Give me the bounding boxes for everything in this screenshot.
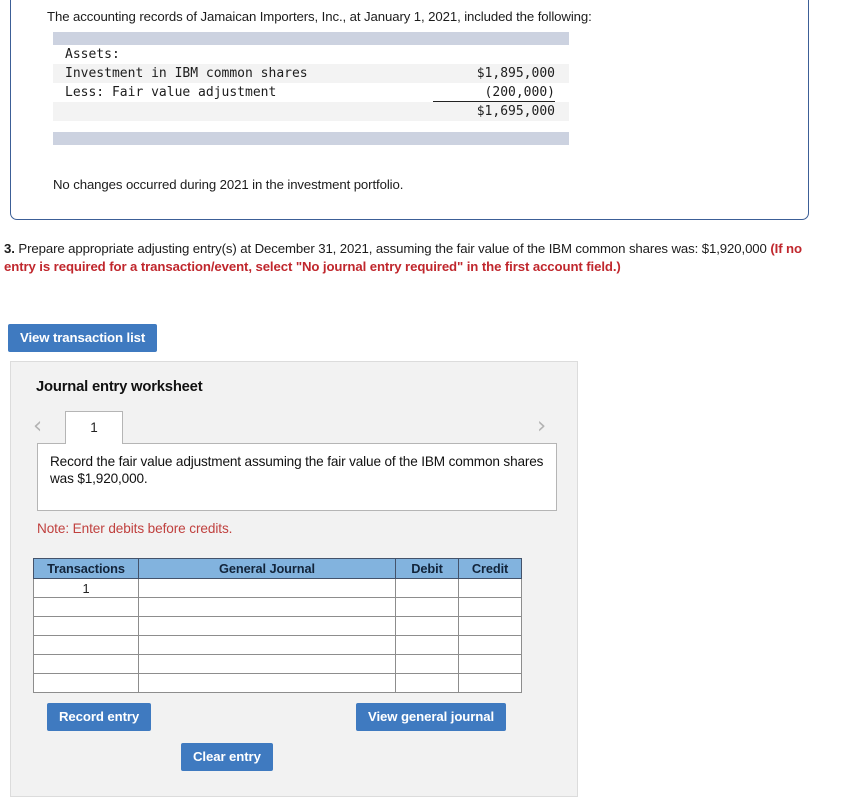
transaction-number-cell — [33, 654, 139, 674]
table-row — [33, 654, 522, 674]
requirement-statement: 3. Prepare appropriate adjusting entry(s… — [4, 240, 822, 276]
credit-input[interactable] — [459, 638, 521, 652]
general-journal-cell[interactable] — [138, 578, 396, 598]
statement-bottom-bar — [53, 132, 569, 145]
credit-cell[interactable] — [458, 578, 522, 598]
view-transaction-list-button[interactable]: View transaction list — [8, 324, 158, 352]
clear-entry-button[interactable]: Clear entry — [181, 743, 273, 771]
fact-pattern-box: The accounting records of Jamaican Impor… — [10, 0, 809, 220]
statement-spacer — [53, 121, 569, 132]
entry-description-box: Record the fair value adjustment assumin… — [37, 443, 557, 511]
credit-input[interactable] — [459, 600, 521, 614]
column-header-debit: Debit — [395, 558, 459, 579]
record-entry-button[interactable]: Record entry — [47, 703, 152, 731]
view-general-journal-button[interactable]: View general journal — [356, 703, 507, 731]
statement-heading-row: Assets: — [53, 45, 569, 64]
debit-cell[interactable] — [395, 597, 459, 617]
transaction-number-cell — [33, 597, 139, 617]
general-journal-input[interactable] — [139, 638, 395, 652]
worksheet-tab-1[interactable]: 1 — [65, 411, 123, 444]
transaction-number-cell — [33, 635, 139, 655]
chevron-right-icon[interactable]: › — [537, 413, 546, 439]
general-journal-cell[interactable] — [138, 616, 396, 636]
credit-input[interactable] — [459, 619, 521, 633]
debit-cell[interactable] — [395, 635, 459, 655]
journal-table-header-row: Transactions General Journal Debit Credi… — [33, 558, 522, 579]
general-journal-input[interactable] — [139, 619, 395, 633]
credit-input[interactable] — [459, 657, 521, 671]
transaction-number-cell — [33, 673, 139, 693]
column-header-transactions: Transactions — [33, 558, 139, 579]
statement-total-row: $1,695,000 — [53, 102, 569, 121]
debit-input[interactable] — [396, 600, 458, 614]
chevron-left-icon[interactable]: ‹ — [33, 413, 42, 439]
debits-before-credits-note: Note: Enter debits before credits. — [37, 521, 233, 536]
debit-cell[interactable] — [395, 616, 459, 636]
table-row — [33, 616, 522, 636]
worksheet-title: Journal entry worksheet — [36, 379, 203, 395]
credit-cell[interactable] — [458, 616, 522, 636]
statement-row-amount: (200,000) — [405, 83, 569, 102]
debit-cell[interactable] — [395, 654, 459, 674]
transaction-number-cell: 1 — [33, 578, 139, 598]
debit-input[interactable] — [396, 657, 458, 671]
closing-text: No changes occurred during 2021 in the i… — [53, 177, 404, 192]
statement-row: Investment in IBM common shares $1,895,0… — [53, 64, 569, 83]
credit-cell[interactable] — [458, 654, 522, 674]
debit-input[interactable] — [396, 581, 458, 595]
general-journal-input[interactable] — [139, 657, 395, 671]
worksheet-tab-strip: ‹ 1 › — [11, 411, 577, 444]
credit-cell[interactable] — [458, 597, 522, 617]
credit-input[interactable] — [459, 581, 521, 595]
debit-cell[interactable] — [395, 673, 459, 693]
general-journal-input[interactable] — [139, 676, 395, 690]
statement-row-label: Investment in IBM common shares — [65, 66, 308, 81]
intro-text: The accounting records of Jamaican Impor… — [47, 9, 592, 24]
table-row — [33, 597, 522, 617]
requirement-number: 3. — [4, 241, 15, 256]
statement-row: Less: Fair value adjustment (200,000) — [53, 83, 569, 102]
credit-cell[interactable] — [458, 635, 522, 655]
table-row — [33, 673, 522, 693]
debit-input[interactable] — [396, 676, 458, 690]
statement-total-amount: $1,695,000 — [476, 104, 555, 119]
table-row — [33, 635, 522, 655]
column-header-general-journal: General Journal — [138, 558, 396, 579]
table-row: 1 — [33, 578, 522, 598]
general-journal-input[interactable] — [139, 600, 395, 614]
statement-row-amount: $1,895,000 — [476, 66, 555, 81]
statement-row-label: Less: Fair value adjustment — [65, 85, 277, 100]
journal-entry-worksheet-panel: Journal entry worksheet ‹ 1 › Record the… — [10, 361, 578, 797]
financial-statement-excerpt: Assets: Investment in IBM common shares … — [53, 32, 569, 145]
credit-cell[interactable] — [458, 673, 522, 693]
journal-entry-table: Transactions General Journal Debit Credi… — [33, 558, 522, 693]
general-journal-cell[interactable] — [138, 597, 396, 617]
general-journal-cell[interactable] — [138, 635, 396, 655]
statement-top-bar — [53, 32, 569, 45]
credit-input[interactable] — [459, 676, 521, 690]
general-journal-cell[interactable] — [138, 673, 396, 693]
debit-input[interactable] — [396, 638, 458, 652]
debit-input[interactable] — [396, 619, 458, 633]
debit-cell[interactable] — [395, 578, 459, 598]
statement-heading-label: Assets: — [65, 47, 120, 62]
general-journal-cell[interactable] — [138, 654, 396, 674]
requirement-text: Prepare appropriate adjusting entry(s) a… — [14, 241, 771, 256]
column-header-credit: Credit — [458, 558, 522, 579]
transaction-number-cell — [33, 616, 139, 636]
general-journal-input[interactable] — [139, 581, 395, 595]
